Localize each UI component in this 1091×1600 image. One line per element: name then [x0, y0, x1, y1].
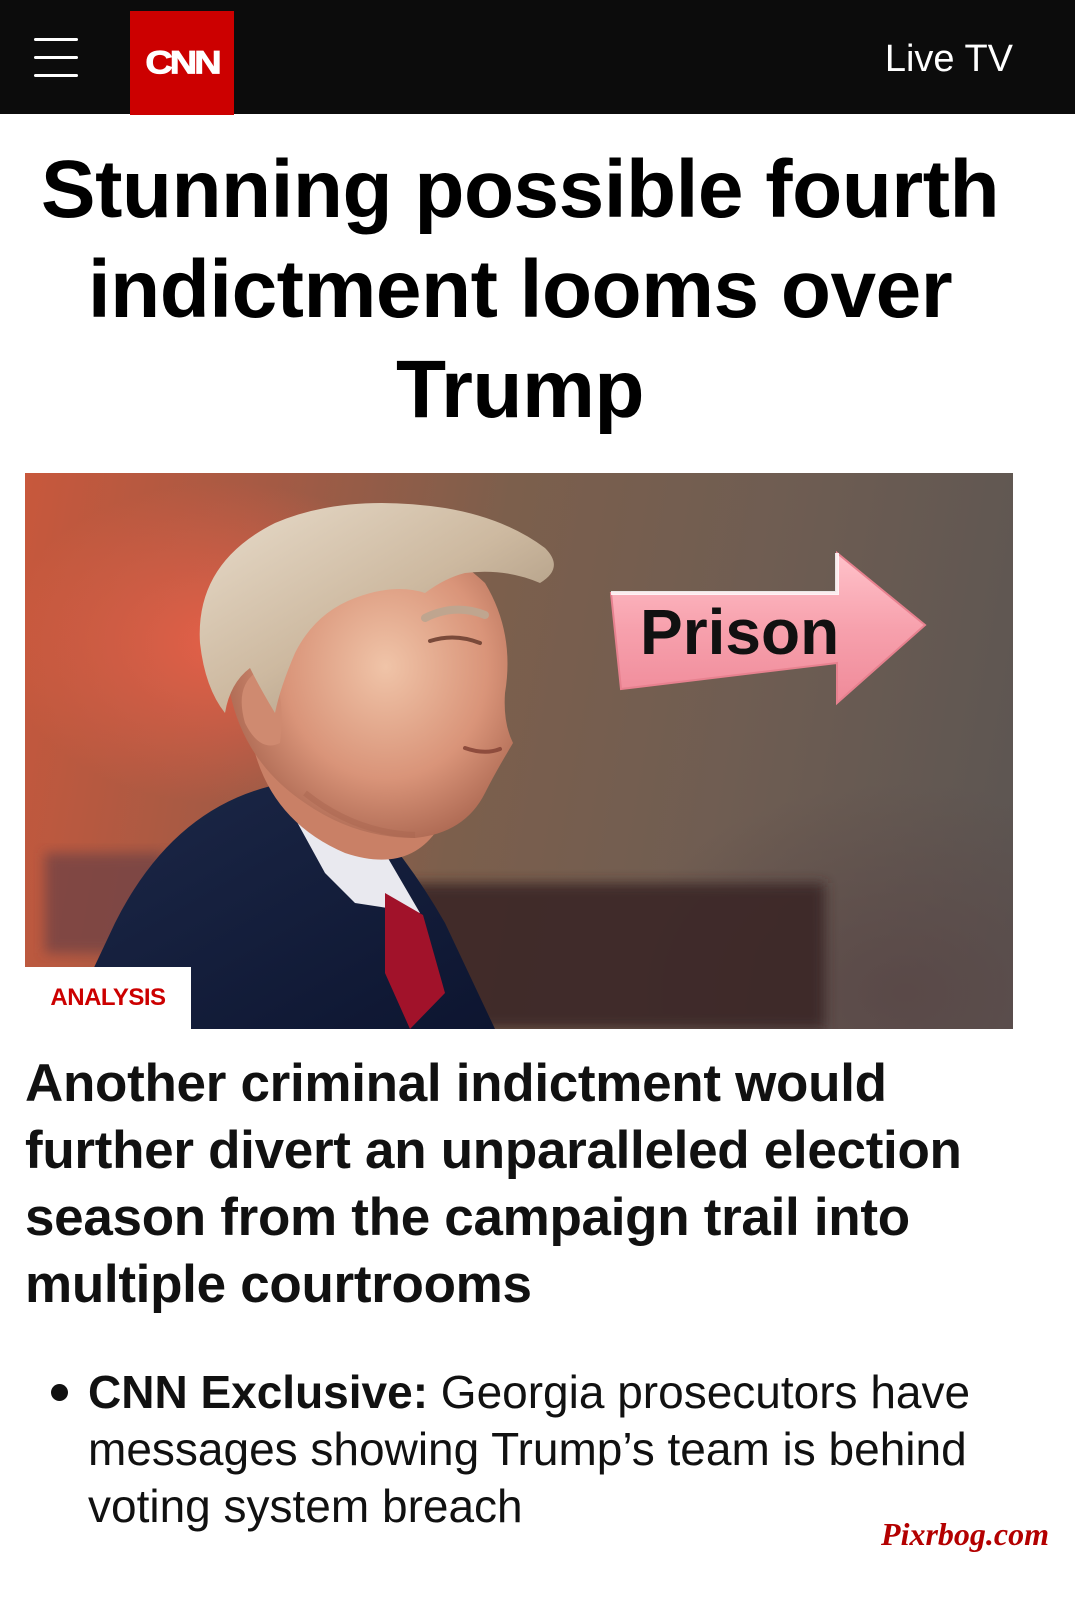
- analysis-badge[interactable]: ANALYSIS: [25, 967, 191, 1029]
- bullet-icon: [51, 1384, 68, 1401]
- hamburger-menu-icon[interactable]: [34, 38, 78, 78]
- portrait-photo: Prison: [45, 503, 927, 1029]
- article-headline[interactable]: Stunning possible fourth indictment loom…: [20, 140, 1020, 440]
- related-links-list: CNN Exclusive: Georgia prosecutors have …: [40, 1364, 1040, 1535]
- page: CNN Live TV Stunning possible fourth ind…: [0, 0, 1091, 1600]
- watermark: Pixrbog.com: [881, 1516, 1049, 1552]
- prison-label: Prison: [640, 596, 839, 668]
- prison-arrow-icon: Prison: [609, 550, 927, 706]
- related-link-text[interactable]: CNN Exclusive: Georgia prosecutors have …: [88, 1366, 970, 1532]
- hero-image[interactable]: Prison: [25, 473, 1013, 1029]
- related-link-item[interactable]: CNN Exclusive: Georgia prosecutors have …: [40, 1364, 1040, 1535]
- live-tv-link[interactable]: Live TV: [885, 38, 1013, 81]
- cnn-logo-text: CNN: [145, 44, 222, 81]
- cnn-logo[interactable]: CNN: [130, 11, 234, 115]
- analysis-badge-label: ANALYSIS: [50, 984, 166, 1011]
- article-subheadline[interactable]: Another criminal indictment would furthe…: [25, 1050, 1045, 1318]
- top-nav-bar: CNN Live TV: [0, 0, 1075, 115]
- related-link-label: CNN Exclusive:: [88, 1366, 429, 1418]
